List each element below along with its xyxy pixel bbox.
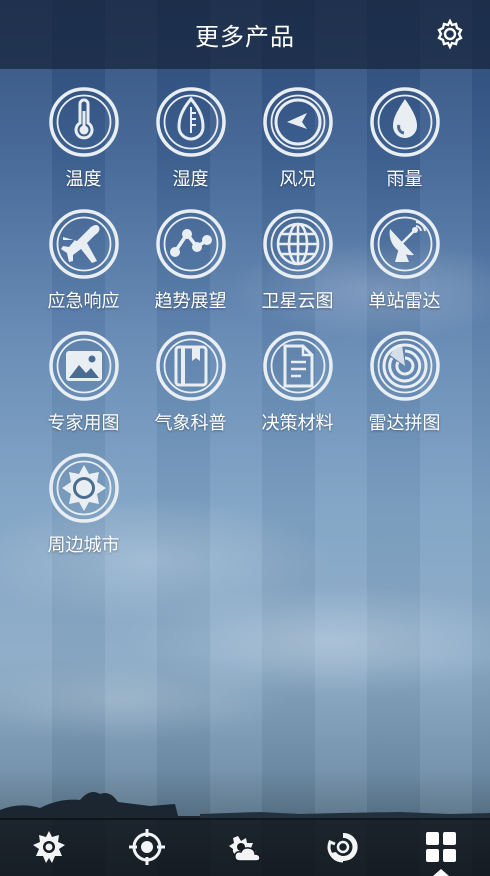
tile-weather-science[interactable]: 气象科普: [137, 329, 244, 435]
wind-direction-icon: [262, 87, 333, 157]
tile-single-radar[interactable]: 单站雷达: [351, 207, 458, 313]
tile-label: 雨量: [386, 169, 423, 189]
tile-label: 单站雷达: [368, 291, 441, 311]
tile-label: 周边城市: [47, 535, 120, 555]
tab-more-products[interactable]: [411, 818, 471, 876]
tile-label: 气象科普: [154, 413, 227, 433]
raindrop-icon: [369, 87, 440, 157]
tab-forecast[interactable]: [215, 818, 275, 876]
treeline-silhouette: [0, 792, 490, 820]
tab-typhoon[interactable]: [313, 818, 373, 876]
gear-icon: [437, 18, 463, 50]
tile-label: 雷达拼图: [368, 413, 441, 433]
humidity-gauge-icon: [155, 87, 226, 157]
tile-label: 专家用图: [47, 413, 120, 433]
target-icon: [129, 829, 165, 865]
tab-location[interactable]: [117, 818, 177, 876]
document-icon: [262, 331, 333, 401]
tile-trend-outlook[interactable]: 趋势展望: [137, 207, 244, 313]
trend-line-icon: [155, 209, 226, 279]
radar-dish-icon: [369, 209, 440, 279]
bottom-tab-bar: [0, 818, 490, 876]
radar-mosaic-icon: [369, 331, 440, 401]
book-icon: [155, 331, 226, 401]
tile-nearby-cities[interactable]: 周边城市: [30, 451, 137, 557]
tile-radar-mosaic[interactable]: 雷达拼图: [351, 329, 458, 435]
tile-label: 卫星云图: [261, 291, 334, 311]
picture-icon: [48, 331, 119, 401]
airplane-icon: [48, 209, 119, 279]
tile-label: 应急响应: [47, 291, 120, 311]
tile-temperature[interactable]: 温度: [30, 85, 137, 191]
tile-decision-materials[interactable]: 决策材料: [244, 329, 351, 435]
globe-icon: [262, 209, 333, 279]
tile-expert-charts[interactable]: 专家用图: [30, 329, 137, 435]
selected-tab-indicator: [433, 869, 449, 876]
sun-icon: [33, 831, 65, 863]
tile-emergency-response[interactable]: 应急响应: [30, 207, 137, 313]
tile-rainfall[interactable]: 雨量: [351, 85, 458, 191]
tile-label: 趋势展望: [154, 291, 227, 311]
thermometer-icon: [48, 87, 119, 157]
product-grid: 温度 湿度 风况 雨量 应急响应 趋势展望 卫星云图 单站雷达 专家用图 气象科…: [30, 85, 460, 557]
tile-label: 决策材料: [261, 413, 334, 433]
grid-icon: [426, 832, 456, 862]
cloud-sun-icon: [229, 836, 261, 862]
tile-wind[interactable]: 风况: [244, 85, 351, 191]
settings-button[interactable]: [434, 18, 466, 50]
tile-label: 风况: [279, 169, 316, 189]
tile-label: 温度: [65, 169, 102, 189]
typhoon-icon: [327, 832, 358, 863]
tile-satellite-cloud[interactable]: 卫星云图: [244, 207, 351, 313]
tab-weather[interactable]: [19, 818, 79, 876]
page-title: 更多产品: [195, 24, 295, 51]
sun-badge-icon: [48, 453, 119, 523]
tile-humidity[interactable]: 湿度: [137, 85, 244, 191]
tile-label: 湿度: [172, 169, 209, 189]
header-bar: 更多产品: [0, 0, 490, 69]
